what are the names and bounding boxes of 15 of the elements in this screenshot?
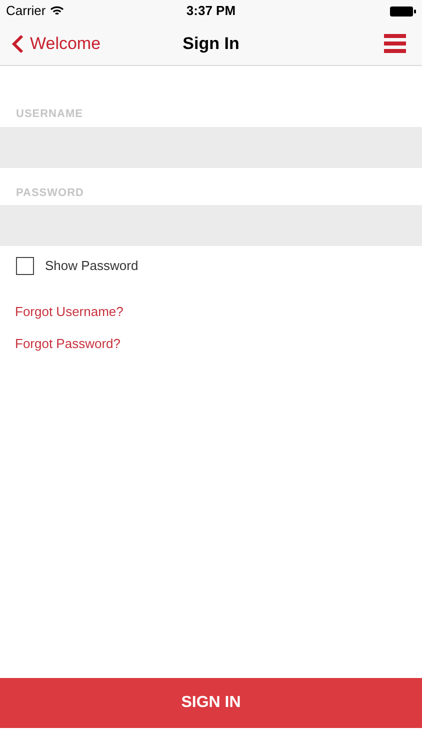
clock-label: 3:37 PM (186, 2, 236, 20)
checkbox[interactable] (16, 257, 34, 275)
link[interactable]: Forgot Password? (15, 334, 120, 353)
sign-in-button[interactable]: SIGN IN (0, 678, 422, 728)
carrier-label: Carrier (6, 2, 46, 20)
link[interactable]: Forgot Username? (15, 302, 124, 322)
checkbox-label[interactable]: Show Password (45, 256, 138, 276)
field-label: USERNAME (15, 107, 84, 122)
screen-title: Sign In (182, 32, 240, 55)
chevron-left-icon (12, 34, 24, 54)
back-button[interactable]: Welcome (12, 30, 101, 56)
field-label: PASSWORD (15, 186, 85, 200)
wifi-icon (50, 6, 64, 16)
menu-icon[interactable] (384, 34, 406, 53)
battery-icon (390, 6, 416, 16)
